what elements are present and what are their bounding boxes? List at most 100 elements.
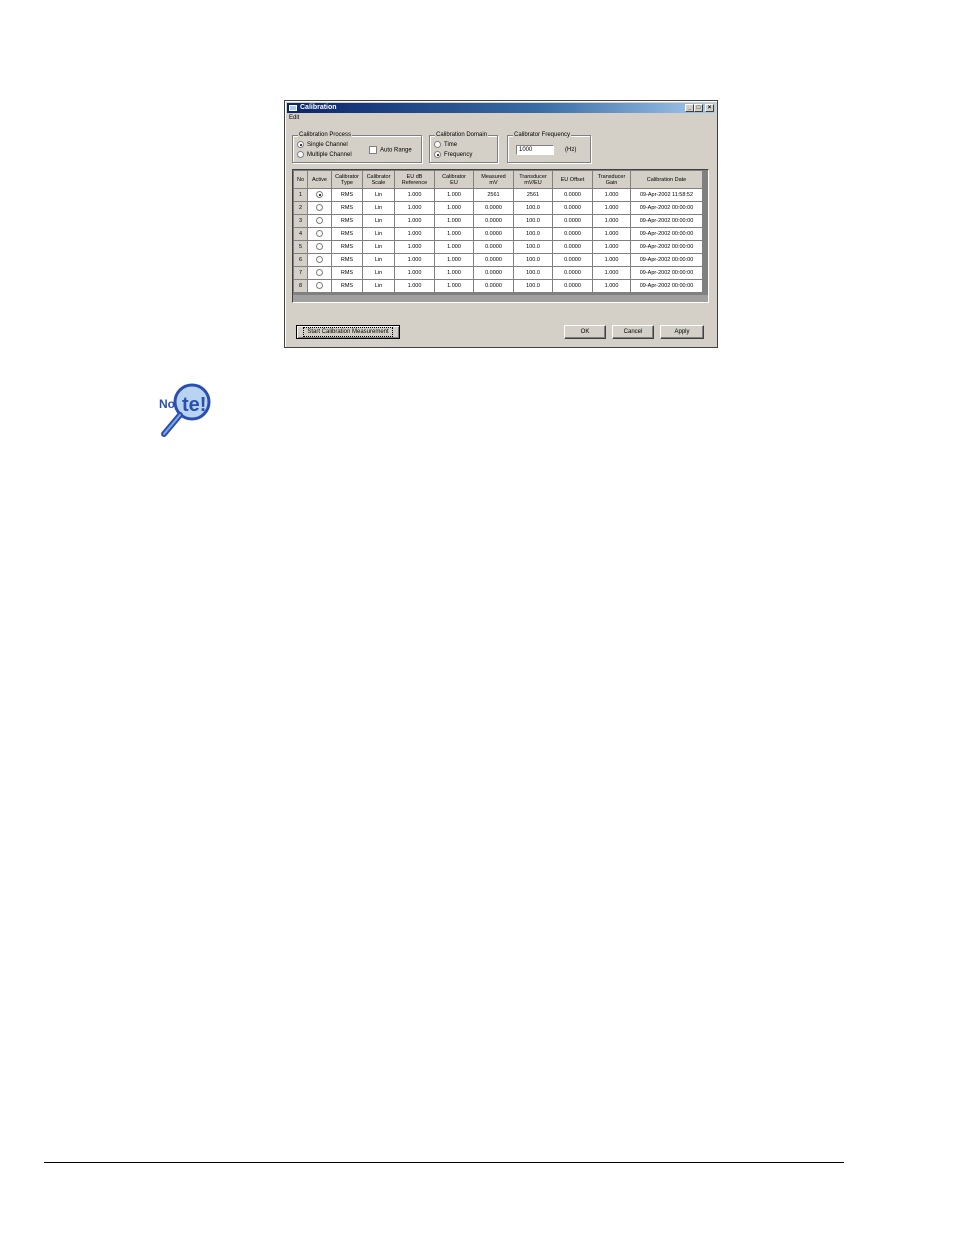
cancel-button[interactable]: Cancel	[612, 325, 654, 339]
auto-range-checkbox[interactable]: Auto Range	[369, 146, 412, 155]
column-header[interactable]: Calibrator Scale	[362, 170, 395, 189]
column-header[interactable]: Transducer Gain	[592, 170, 631, 189]
cell-type[interactable]: RMS	[331, 214, 363, 228]
cell-eu[interactable]: 1.000	[434, 201, 474, 215]
active-cell[interactable]	[307, 279, 332, 293]
radio-icon[interactable]	[316, 230, 323, 238]
cell-measured[interactable]: 0.0000	[473, 240, 514, 254]
cell-date[interactable]: 09-Apr-2002 00:00:00	[630, 201, 703, 215]
cell-ref[interactable]: 1.000	[394, 266, 435, 280]
cell-eu[interactable]: 1.000	[434, 214, 474, 228]
column-header[interactable]: Measured mV	[473, 170, 514, 189]
cell-eu[interactable]: 1.000	[434, 279, 474, 293]
column-header[interactable]: Calibrator Type	[331, 170, 363, 189]
cell-eu[interactable]: 1.000	[434, 266, 474, 280]
column-header[interactable]: EU Offset	[552, 170, 593, 189]
cell-date[interactable]: 09-Apr-2002 00:00:00	[630, 266, 703, 280]
column-header[interactable]: EU dB Reference	[394, 170, 435, 189]
cell-offset[interactable]: 0.0000	[552, 201, 593, 215]
cell-scale[interactable]: Lin	[362, 227, 395, 241]
active-cell[interactable]	[307, 214, 332, 228]
cell-offset[interactable]: 0.0000	[552, 266, 593, 280]
cell-mveu[interactable]: 100.0	[513, 201, 553, 215]
cell-ref[interactable]: 1.000	[394, 201, 435, 215]
cell-gain[interactable]: 1.000	[592, 266, 631, 280]
cell-measured[interactable]: 2561	[473, 188, 514, 202]
cell-offset[interactable]: 0.0000	[552, 279, 593, 293]
maximize-icon[interactable]: □	[694, 104, 703, 112]
column-header[interactable]: Transducer mV/EU	[513, 170, 553, 189]
cell-mveu[interactable]: 100.0	[513, 253, 553, 267]
table-row[interactable]: 6 RMS Lin 1.000 1.000 0.0000 100.0 0.0000 1.000 0…	[293, 253, 703, 267]
radio-selected-icon[interactable]	[316, 191, 323, 199]
cell-scale[interactable]: Lin	[362, 214, 395, 228]
cell-measured[interactable]: 0.0000	[473, 279, 514, 293]
calibration-grid[interactable]: No Active Calibrator Type Calibrator Scale EU …	[292, 169, 709, 303]
column-header[interactable]: Active	[307, 170, 332, 189]
radio-icon[interactable]	[316, 256, 323, 264]
cell-ref[interactable]: 1.000	[394, 279, 435, 293]
start-calibration-button[interactable]: Start Calibration Measurement	[296, 325, 400, 339]
ok-button[interactable]: OK	[564, 325, 606, 339]
cell-mveu[interactable]: 100.0	[513, 279, 553, 293]
cell-type[interactable]: RMS	[331, 188, 363, 202]
cell-mveu[interactable]: 100.0	[513, 214, 553, 228]
cell-type[interactable]: RMS	[331, 279, 363, 293]
cell-gain[interactable]: 1.000	[592, 227, 631, 241]
cell-scale[interactable]: Lin	[362, 279, 395, 293]
apply-button[interactable]: Apply	[660, 325, 704, 339]
cell-measured[interactable]: 0.0000	[473, 253, 514, 267]
title-bar[interactable]: Calibration _ □ ×	[287, 103, 715, 113]
active-cell[interactable]	[307, 201, 332, 215]
table-row[interactable]: 4 RMS Lin 1.000 1.000 0.0000 100.0 0.0000 1.000 0…	[293, 227, 703, 241]
cell-ref[interactable]: 1.000	[394, 253, 435, 267]
cell-date[interactable]: 09-Apr-2002 00:00:00	[630, 240, 703, 254]
cell-date[interactable]: 09-Apr-2002 00:00:00	[630, 279, 703, 293]
cell-mveu[interactable]: 2561	[513, 188, 553, 202]
radio-single-channel[interactable]: Single Channel	[297, 141, 348, 149]
cell-gain[interactable]: 1.000	[592, 240, 631, 254]
cell-measured[interactable]: 0.0000	[473, 227, 514, 241]
cell-ref[interactable]: 1.000	[394, 188, 435, 202]
cell-offset[interactable]: 0.0000	[552, 227, 593, 241]
cell-gain[interactable]: 1.000	[592, 279, 631, 293]
active-cell[interactable]	[307, 240, 332, 254]
table-row[interactable]: 2 RMS Lin 1.000 1.000 0.0000 100.0 0.0000 1.000 0…	[293, 201, 703, 215]
cell-eu[interactable]: 1.000	[434, 240, 474, 254]
table-row[interactable]: 5 RMS Lin 1.000 1.000 0.0000 100.0 0.0000 1.000 0…	[293, 240, 703, 254]
column-header[interactable]: Calibrator EU	[434, 170, 474, 189]
cell-date[interactable]: 09-Apr-2002 00:00:00	[630, 253, 703, 267]
radio-time[interactable]: Time	[434, 141, 457, 149]
cell-scale[interactable]: Lin	[362, 201, 395, 215]
calibrator-frequency-input[interactable]: 1000	[516, 145, 554, 155]
radio-icon[interactable]	[316, 204, 323, 212]
active-cell[interactable]	[307, 266, 332, 280]
cell-offset[interactable]: 0.0000	[552, 253, 593, 267]
cell-type[interactable]: RMS	[331, 240, 363, 254]
radio-icon[interactable]	[316, 269, 323, 277]
column-header[interactable]: No	[293, 170, 308, 189]
cell-mveu[interactable]: 100.0	[513, 240, 553, 254]
cell-offset[interactable]: 0.0000	[552, 188, 593, 202]
cell-date[interactable]: 09-Apr-2002 00:00:00	[630, 214, 703, 228]
close-icon[interactable]: ×	[705, 104, 714, 112]
cell-offset[interactable]: 0.0000	[552, 214, 593, 228]
cell-scale[interactable]: Lin	[362, 188, 395, 202]
cell-type[interactable]: RMS	[331, 266, 363, 280]
cell-ref[interactable]: 1.000	[394, 227, 435, 241]
cell-gain[interactable]: 1.000	[592, 253, 631, 267]
cell-gain[interactable]: 1.000	[592, 188, 631, 202]
cell-date[interactable]: 09-Apr-2002 11:58:52	[630, 188, 703, 202]
cell-scale[interactable]: Lin	[362, 266, 395, 280]
cell-eu[interactable]: 1.000	[434, 188, 474, 202]
active-cell[interactable]	[307, 253, 332, 267]
cell-mveu[interactable]: 100.0	[513, 227, 553, 241]
table-row[interactable]: 1 RMS Lin 1.000 1.000 2561 2561 0.0000 1.000 09-A…	[293, 188, 703, 202]
radio-frequency[interactable]: Frequency	[434, 151, 472, 159]
cell-type[interactable]: RMS	[331, 253, 363, 267]
cell-ref[interactable]: 1.000	[394, 240, 435, 254]
cell-offset[interactable]: 0.0000	[552, 240, 593, 254]
radio-icon[interactable]	[316, 243, 323, 251]
cell-measured[interactable]: 0.0000	[473, 214, 514, 228]
cell-eu[interactable]: 1.000	[434, 227, 474, 241]
